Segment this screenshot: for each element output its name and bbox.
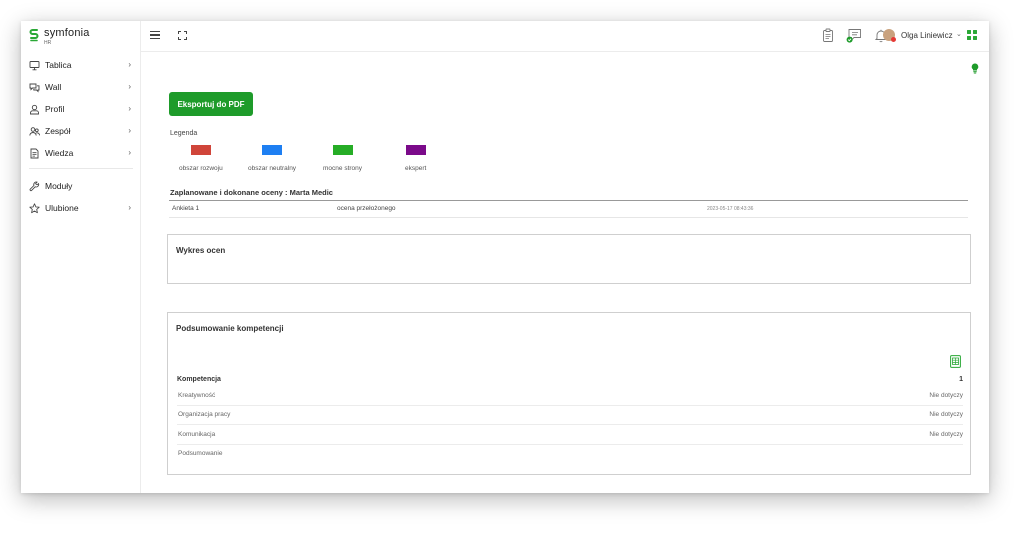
competency-label: Komunikacja: [178, 431, 216, 438]
competency-header-value: 1: [959, 376, 963, 383]
fullscreen-icon[interactable]: [178, 31, 187, 40]
clipboard-icon[interactable]: [821, 28, 835, 43]
sidebar-item-label: Wall: [45, 82, 62, 92]
competency-summary-panel: Podsumowanie kompetencji Kompetencja 1 K…: [167, 312, 971, 475]
brand-sub: HR: [44, 40, 52, 46]
lightbulb-icon[interactable]: [971, 63, 979, 74]
chevron-right-icon: ›: [128, 126, 131, 135]
table-row: Komunikacja Nie dotyczy: [177, 426, 963, 445]
sidebar-item-label: Ulubione: [45, 203, 79, 213]
legend-item-neutral: obszar neutralny: [248, 145, 296, 175]
main-content: Eksportuj do PDF Legenda obszar rozwoju …: [141, 52, 989, 493]
legend-label: mocne strony: [323, 165, 363, 172]
sidebar-item-wiedza[interactable]: Wiedza ›: [21, 142, 141, 164]
table-row[interactable]: Ankieta 1 ocena przełożonego 2023-05-17 …: [169, 201, 968, 218]
sidebar-item-wall[interactable]: Wall ›: [21, 76, 141, 98]
competency-value: Nie dotyczy: [929, 431, 963, 438]
legend-label: ekspert: [405, 165, 427, 172]
evaluation-name: Ankieta 1: [172, 205, 200, 212]
star-icon: [29, 202, 40, 214]
status-dot: [891, 37, 896, 42]
sidebar: symfonia HR Tablica › Wall › Profil › Ze…: [21, 21, 141, 493]
chevron-down-icon[interactable]: ⌄: [956, 30, 962, 38]
legend-swatch: [332, 145, 353, 155]
legend-swatch: [190, 145, 211, 155]
avatar[interactable]: [883, 29, 896, 42]
user-name[interactable]: Olga Liniewicz: [901, 31, 953, 40]
competency-label: Kreatywność: [178, 392, 216, 399]
apps-grid-icon[interactable]: [967, 30, 977, 40]
app-window: symfonia HR Tablica › Wall › Profil › Ze…: [21, 21, 989, 493]
sidebar-item-ulubione[interactable]: Ulubione ›: [21, 197, 141, 219]
legend-label: obszar neutralny: [248, 165, 297, 172]
sidebar-item-label: Zespół: [45, 126, 71, 136]
sidebar-item-label: Moduły: [45, 181, 73, 191]
competency-header-label: Kompetencja: [177, 376, 221, 383]
sidebar-item-moduly[interactable]: Moduły: [21, 175, 141, 197]
legend-swatch: [262, 145, 283, 155]
legend-swatch: [405, 145, 426, 155]
sidebar-nav: Tablica › Wall › Profil › Zespół › Wiedz…: [21, 54, 141, 219]
table-row: Kreatywność Nie dotyczy: [177, 387, 963, 406]
topbar: Olga Liniewicz ⌄: [141, 21, 989, 52]
sidebar-item-label: Tablica: [45, 60, 72, 70]
evaluation-type: ocena przełożonego: [337, 205, 396, 212]
wrench-icon: [29, 181, 40, 192]
user-icon: [29, 104, 40, 115]
sidebar-item-tablica[interactable]: Tablica ›: [21, 54, 141, 76]
panel-title: Podsumowanie kompetencji: [176, 324, 284, 333]
competency-header: Kompetencja 1: [177, 376, 963, 386]
chevron-right-icon: ›: [128, 60, 131, 69]
evaluation-date: 2023-05-17 08:43:36: [707, 206, 754, 212]
team-icon: [29, 126, 40, 137]
legend-label: obszar rozwoju: [179, 165, 223, 172]
sidebar-item-zespol[interactable]: Zespół ›: [21, 120, 141, 142]
table-row: Podsumowanie: [177, 445, 963, 464]
chart-panel: Wykres ocen: [167, 234, 971, 284]
legend-item-expert: ekspert: [405, 145, 426, 175]
legend-item-development: obszar rozwoju: [179, 145, 223, 175]
sidebar-divider: [29, 168, 133, 169]
evaluations-heading: Zaplanowane i dokonane oceny : Marta Med…: [170, 188, 333, 197]
competency-value: Nie dotyczy: [929, 392, 963, 399]
export-pdf-button[interactable]: Eksportuj do PDF: [169, 92, 253, 116]
legend-item-strengths: mocne strony: [323, 145, 362, 175]
competency-label: Organizacja pracy: [178, 411, 231, 418]
sidebar-item-profil[interactable]: Profil ›: [21, 98, 141, 120]
competency-value: Nie dotyczy: [929, 411, 963, 418]
document-icon: [29, 148, 40, 159]
table-row: Organizacja pracy Nie dotyczy: [177, 406, 963, 425]
symfonia-logo-icon: [29, 29, 39, 42]
panel-title: Wykres ocen: [176, 246, 226, 255]
hamburger-icon[interactable]: [150, 31, 160, 40]
sidebar-item-label: Wiedza: [45, 148, 74, 158]
chevron-right-icon: ›: [128, 104, 131, 113]
spreadsheet-export-icon[interactable]: [950, 355, 961, 368]
sidebar-item-label: Profil: [45, 104, 65, 114]
chevron-right-icon: ›: [128, 148, 131, 157]
brand-name: symfonia: [44, 27, 90, 39]
chat-bubbles-icon: [29, 82, 40, 93]
monitor-icon: [29, 60, 40, 71]
chevron-right-icon: ›: [128, 203, 131, 212]
chevron-right-icon: ›: [128, 82, 131, 91]
logo[interactable]: symfonia HR: [29, 27, 129, 49]
competency-label: Podsumowanie: [178, 450, 223, 457]
message-check-icon[interactable]: [846, 28, 862, 43]
legend-title: Legenda: [170, 130, 198, 137]
